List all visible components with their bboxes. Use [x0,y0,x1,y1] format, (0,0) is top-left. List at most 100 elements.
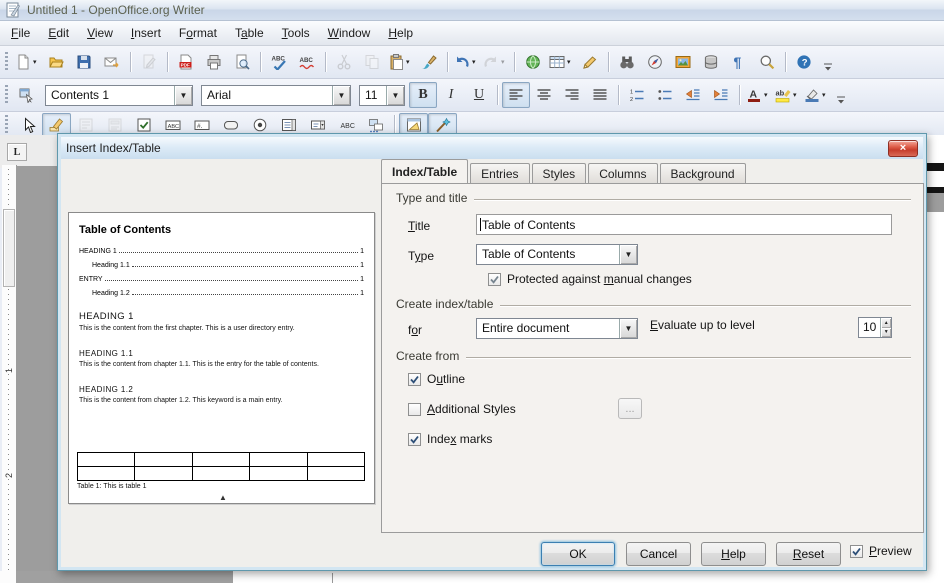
chevron-down-icon[interactable]: ▼ [332,86,350,105]
menu-insert[interactable]: Insert [122,23,170,43]
gallery-button[interactable] [669,49,697,75]
menu-tools[interactable]: Tools [273,23,319,43]
justified-button[interactable] [586,82,614,108]
menu-table[interactable]: Table [226,23,273,43]
toolbar-options-button[interactable] [818,54,838,78]
tab-columns[interactable]: Columns [588,163,657,183]
email-button[interactable] [98,49,126,75]
draw-functions-button[interactable] [576,49,604,75]
auto-spellcheck-button[interactable]: ABC [293,49,321,75]
increase-indent-button[interactable] [707,82,735,108]
menu-window[interactable]: Window [319,23,380,43]
additional-styles-checkbox-row[interactable]: Additional Styles [408,402,516,416]
title-input[interactable]: Table of Contents [476,214,892,235]
tab-index-table[interactable]: Index/Table [381,159,468,183]
toolbar-grip[interactable] [5,52,8,72]
bullets-button[interactable] [651,82,679,108]
underline-button[interactable]: U [465,82,493,108]
protected-checkbox-row[interactable]: Protected against manual changes [488,272,692,286]
menu-format[interactable]: Format [170,23,226,43]
toolbar-options-button[interactable] [831,87,851,111]
open-button[interactable] [42,49,70,75]
bold-button[interactable]: B [409,82,437,108]
spellcheck-button[interactable]: ABC [265,49,293,75]
preview-checkbox[interactable] [850,545,863,558]
paragraph-style-combo[interactable]: Contents 1▼ [45,85,193,106]
find-replace-button[interactable] [613,49,641,75]
page-preview-button[interactable] [228,49,256,75]
export-pdf-button[interactable]: PDF [172,49,200,75]
dialog-close-button[interactable]: × [888,140,918,157]
paste-button[interactable]: ▾ [386,49,415,75]
dropdown-arrow-icon[interactable]: ▾ [793,91,800,99]
chevron-down-icon[interactable]: ▼ [386,86,404,105]
menu-edit[interactable]: Edit [39,23,78,43]
align-left-button[interactable] [502,82,530,108]
background-color-button[interactable]: ▾ [802,82,831,108]
dialog-titlebar[interactable]: Insert Index/Table × [61,137,923,159]
select-pointer-button[interactable] [13,113,42,137]
hyperlink-button[interactable] [519,49,547,75]
font-color-button[interactable]: A▾ [744,82,773,108]
for-dropdown[interactable]: Entire document ▼ [476,318,638,339]
dropdown-arrow-icon[interactable]: ▾ [567,58,574,66]
highlighting-button[interactable]: ab▾ [773,82,802,108]
toolbar-grip[interactable] [5,85,8,105]
new-document-button[interactable]: ▾ [13,49,42,75]
print-button[interactable] [200,49,228,75]
evaluate-level-spinner[interactable]: 10 ▲ ▼ [858,317,892,338]
spin-down-icon[interactable]: ▼ [880,328,891,338]
chevron-down-icon[interactable]: ▼ [619,319,637,338]
font-size-combo[interactable]: 11▼ [359,85,405,106]
for-label: for [408,323,422,337]
dropdown-arrow-icon[interactable]: ▾ [406,58,413,66]
dropdown-arrow-icon[interactable]: ▾ [764,91,771,99]
undo-button[interactable]: ▾ [452,49,481,75]
index-marks-checkbox[interactable] [408,433,421,446]
chevron-down-icon[interactable]: ▼ [174,86,192,105]
tab-stop-selector[interactable]: L [7,143,27,161]
toolbar-separator [785,52,786,72]
dropdown-arrow-icon[interactable]: ▾ [33,58,40,66]
type-dropdown[interactable]: Table of Contents ▼ [476,244,638,265]
zoom-button[interactable] [753,49,781,75]
help-button[interactable]: Help [701,542,766,566]
table-button[interactable]: ▾ [547,49,576,75]
cancel-button[interactable]: Cancel [626,542,691,566]
preview-checkbox-row[interactable]: Preview [850,544,912,558]
dropdown-arrow-icon[interactable]: ▾ [822,91,829,99]
dropdown-arrow-icon[interactable]: ▾ [501,58,508,66]
styles-panel-button[interactable] [13,82,41,108]
menu-view[interactable]: View [78,23,122,43]
align-center-button[interactable] [530,82,558,108]
format-paintbrush-button[interactable] [415,49,443,75]
dropdown-arrow-icon[interactable]: ▾ [472,58,479,66]
menu-help[interactable]: Help [379,23,422,43]
spin-up-icon[interactable]: ▲ [880,318,891,328]
navigator-button[interactable] [641,49,669,75]
preview-resize-handle[interactable]: ▲ [217,494,229,502]
numbering-button[interactable]: 12 [623,82,651,108]
protected-checkbox[interactable] [488,273,501,286]
chevron-down-icon[interactable]: ▼ [619,245,637,264]
italic-button[interactable]: I [437,82,465,108]
outline-checkbox[interactable] [408,373,421,386]
toolbar-grip[interactable] [5,115,8,135]
ok-button[interactable]: OK [541,542,615,566]
align-right-button[interactable] [558,82,586,108]
help-button[interactable]: ? [790,49,818,75]
data-sources-button[interactable] [697,49,725,75]
index-marks-checkbox-row[interactable]: Index marks [408,432,492,446]
save-button[interactable] [70,49,98,75]
font-name-combo[interactable]: Arial▼ [201,85,351,106]
additional-styles-checkbox[interactable] [408,403,421,416]
decrease-indent-button[interactable] [679,82,707,108]
tab-background[interactable]: Background [660,163,746,183]
reset-button[interactable]: Reset [776,542,841,566]
outline-checkbox-row[interactable]: Outline [408,372,465,386]
additional-styles-ellipsis-button[interactable]: ... [618,398,642,419]
menu-file[interactable]: File [2,23,39,43]
tab-entries[interactable]: Entries [470,163,529,183]
nonprinting-characters-button[interactable]: ¶ [725,49,753,75]
tab-styles[interactable]: Styles [532,163,587,183]
